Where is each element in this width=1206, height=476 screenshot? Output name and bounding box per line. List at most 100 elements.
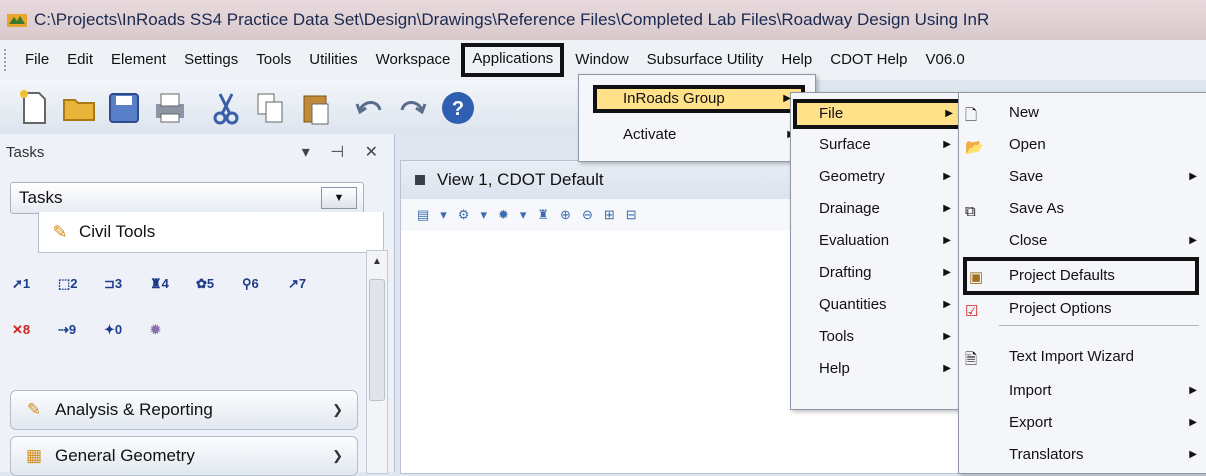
submenu-arrow-icon: ▶ bbox=[945, 108, 953, 119]
title-bar: C:\Projects\InRoads SS4 Practice Data Se… bbox=[0, 0, 1206, 40]
dropdown-arrow-icon[interactable]: ▼ bbox=[321, 187, 357, 209]
section-analysis-reporting[interactable]: ✎ Analysis & Reporting ❯ bbox=[10, 390, 358, 430]
tool-9-icon[interactable]: ⇢9 bbox=[58, 322, 76, 338]
menubar-grip[interactable] bbox=[4, 49, 16, 71]
menu-item-geometry[interactable]: Geometry ▶ bbox=[791, 165, 961, 189]
submenu-arrow-icon: ▶ bbox=[943, 299, 951, 310]
menu-window[interactable]: Window bbox=[566, 44, 637, 76]
menu-item-activate[interactable]: Activate ▶ bbox=[593, 123, 805, 147]
menu-item-export[interactable]: Export ▶ bbox=[959, 411, 1206, 435]
menu-item-save[interactable]: Save ▶ bbox=[959, 165, 1206, 189]
menu-help[interactable]: Help bbox=[772, 44, 821, 76]
tasks-panel-title: Tasks bbox=[6, 143, 45, 161]
menu-item-surface[interactable]: Surface ▶ bbox=[791, 133, 961, 157]
menu-item-translators[interactable]: Translators ▶ bbox=[959, 443, 1206, 467]
menu-separator bbox=[999, 325, 1199, 326]
menu-item-inroads-group[interactable]: InRoads Group ▶ bbox=[593, 85, 805, 113]
tool-1-select-icon[interactable]: ➚1 bbox=[12, 276, 30, 292]
menu-item-file[interactable]: File ▶ bbox=[793, 99, 963, 129]
tool-5-icon[interactable]: ✿5 bbox=[196, 276, 214, 292]
project-options-icon: ☑ bbox=[965, 303, 979, 320]
open-folder-icon: 📂 bbox=[965, 139, 984, 156]
menu-edit[interactable]: Edit bbox=[58, 44, 102, 76]
submenu-arrow-icon: ▶ bbox=[943, 267, 951, 278]
menu-item-project-defaults[interactable]: ▣ Project Defaults bbox=[963, 257, 1199, 295]
tasks-scrollbar[interactable]: ▲ bbox=[366, 250, 388, 474]
tool-7-icon[interactable]: ↗7 bbox=[288, 276, 306, 292]
scroll-up-icon[interactable]: ▲ bbox=[367, 251, 387, 273]
submenu-arrow-icon: ▶ bbox=[1189, 235, 1197, 246]
open-folder-icon[interactable] bbox=[60, 88, 100, 128]
gear-tool-icon[interactable]: ✹ bbox=[150, 322, 161, 338]
save-icon[interactable] bbox=[104, 88, 144, 128]
section-general-geometry[interactable]: ▦ General Geometry ❯ bbox=[10, 436, 358, 476]
menu-item-new[interactable]: 🗋 New bbox=[959, 101, 1206, 125]
copy-icon[interactable] bbox=[250, 88, 290, 128]
civil-tools-tab[interactable]: ✎ Civil Tools bbox=[38, 212, 384, 253]
menu-item-text-import-wizard[interactable]: 🗎 Text Import Wizard bbox=[959, 345, 1206, 369]
menu-element[interactable]: Element bbox=[102, 44, 175, 76]
submenu-arrow-icon: ▶ bbox=[943, 203, 951, 214]
scroll-thumb[interactable] bbox=[369, 279, 385, 401]
menu-item-close[interactable]: Close ▶ bbox=[959, 229, 1206, 253]
menu-item-open[interactable]: 📂 Open bbox=[959, 133, 1206, 157]
tasks-dropdown[interactable]: Tasks ▼ bbox=[10, 182, 364, 214]
applications-menu: InRoads Group ▶ Activate ▶ bbox=[578, 74, 816, 162]
menu-item-save-as[interactable]: ⧉ Save As bbox=[959, 197, 1206, 221]
submenu-arrow-icon: ▶ bbox=[1189, 417, 1197, 428]
menu-version[interactable]: V06.0 bbox=[916, 44, 973, 76]
new-file-icon: 🗋 bbox=[965, 107, 978, 124]
menu-cdot-help[interactable]: CDOT Help bbox=[821, 44, 916, 76]
menu-item-import[interactable]: Import ▶ bbox=[959, 379, 1206, 403]
paste-icon[interactable] bbox=[296, 88, 336, 128]
svg-text:?: ? bbox=[452, 98, 464, 120]
civil-tools-grid: ➚1 ⬚2 ⊐3 ♜4 ✿5 ⚲6 ↗7 ✕8 ⇢9 ✦0 ✹ bbox=[6, 262, 390, 382]
tool-8-delete-icon[interactable]: ✕8 bbox=[12, 322, 30, 338]
chevron-down-icon: ❯ bbox=[332, 402, 343, 417]
menu-item-drafting[interactable]: Drafting ▶ bbox=[791, 261, 961, 285]
print-icon[interactable] bbox=[150, 88, 190, 128]
submenu-arrow-icon: ▶ bbox=[943, 171, 951, 182]
panel-controls[interactable]: ▾ ⊣ ✕ bbox=[302, 142, 386, 162]
civil-tools-label: Civil Tools bbox=[79, 222, 156, 241]
tool-4-icon[interactable]: ♜4 bbox=[150, 276, 169, 292]
submenu-arrow-icon: ▶ bbox=[943, 331, 951, 342]
tool-0-icon[interactable]: ✦0 bbox=[104, 322, 122, 338]
chevron-down-icon: ❯ bbox=[332, 448, 343, 463]
tool-2-fence-icon[interactable]: ⬚2 bbox=[58, 276, 78, 292]
menu-subsurface-utility[interactable]: Subsurface Utility bbox=[638, 44, 773, 76]
menu-item-project-options[interactable]: ☑ Project Options bbox=[959, 297, 1206, 321]
help-icon[interactable]: ? bbox=[438, 88, 478, 128]
menu-workspace[interactable]: Workspace bbox=[367, 44, 460, 76]
tasks-dropdown-value: Tasks bbox=[19, 188, 63, 207]
menu-file[interactable]: File bbox=[16, 44, 58, 76]
new-file-icon[interactable] bbox=[14, 88, 54, 128]
menu-item-help[interactable]: Help ▶ bbox=[791, 357, 961, 381]
view-control-icon[interactable] bbox=[415, 175, 425, 185]
menu-settings[interactable]: Settings bbox=[175, 44, 247, 76]
tool-6-icon[interactable]: ⚲6 bbox=[242, 276, 259, 292]
submenu-arrow-icon: ▶ bbox=[943, 139, 951, 150]
tasks-panel-header: Tasks ▾ ⊣ ✕ bbox=[0, 134, 394, 170]
file-menu: 🗋 New 📂 Open Save ▶ ⧉ Save As Close ▶ ▣ Projec… bbox=[958, 92, 1206, 474]
menu-utilities[interactable]: Utilities bbox=[300, 44, 366, 76]
undo-icon[interactable] bbox=[350, 88, 390, 128]
menu-item-drainage[interactable]: Drainage ▶ bbox=[791, 197, 961, 221]
menu-tools[interactable]: Tools bbox=[247, 44, 300, 76]
menu-item-evaluation[interactable]: Evaluation ▶ bbox=[791, 229, 961, 253]
text-import-wizard-icon: 🗎 bbox=[965, 351, 978, 368]
tool-3-icon[interactable]: ⊐3 bbox=[104, 276, 122, 292]
menu-applications[interactable]: Applications bbox=[461, 43, 565, 77]
menu-item-quantities[interactable]: Quantities ▶ bbox=[791, 293, 961, 317]
standard-toolbar: ? bbox=[0, 80, 590, 134]
submenu-arrow-icon: ▶ bbox=[943, 235, 951, 246]
general-geometry-label: General Geometry bbox=[55, 446, 195, 465]
menu-item-tools[interactable]: Tools ▶ bbox=[791, 325, 961, 349]
microstation-app-icon bbox=[7, 14, 27, 27]
submenu-arrow-icon: ▶ bbox=[943, 363, 951, 374]
civil-tools-icon: ✎ bbox=[52, 221, 68, 242]
redo-icon[interactable] bbox=[392, 88, 432, 128]
save-as-icon: ⧉ bbox=[965, 203, 976, 220]
cut-icon[interactable] bbox=[206, 88, 246, 128]
submenu-arrow-icon: ▶ bbox=[1189, 385, 1197, 396]
